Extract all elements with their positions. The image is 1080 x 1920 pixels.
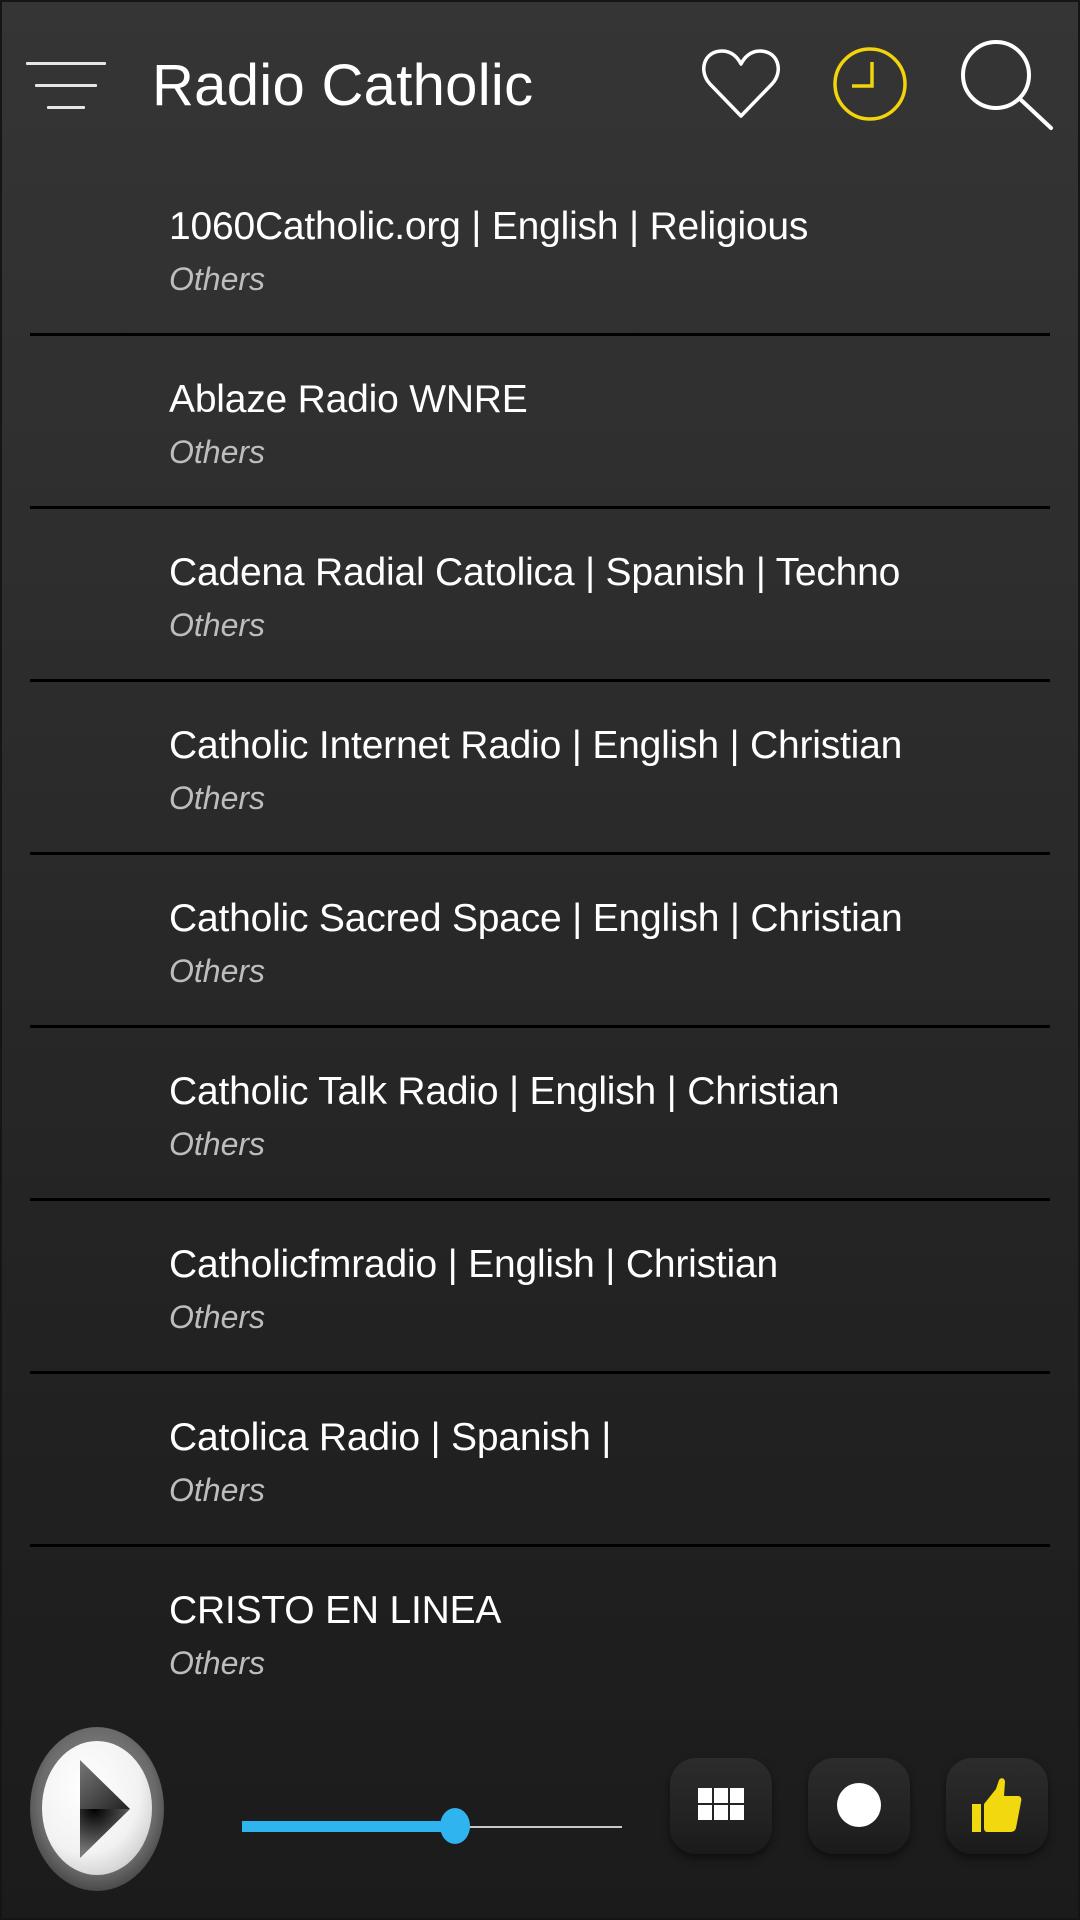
station-genre: Others [169,607,266,643]
grid-view-button[interactable] [670,1758,772,1854]
station-genre: Others [169,1645,266,1681]
station-list: 1060Catholic.org | English | Religious O… [2,163,1078,1717]
top-app-bar: Radio Catholic [2,2,1078,167]
station-list-item[interactable]: 1060Catholic.org | English | Religious O… [30,163,1050,336]
station-name: Cadena Radial Catolica | Spanish | Techn… [169,551,901,594]
app-screen: Radio Catholic 1060Catholic.org | Englis… [2,2,1078,1918]
thumbs-up-icon [972,1778,1022,1832]
station-genre: Others [169,1472,266,1508]
station-list-item[interactable]: Cadena Radial Catolica | Spanish | Techn… [30,509,1050,682]
station-name: Catolica Radio | Spanish | [169,1416,612,1459]
menu-button[interactable] [26,62,110,114]
station-genre: Others [169,434,266,470]
clock-icon [833,47,907,121]
station-name: Catholicfmradio | English | Christian [169,1243,778,1286]
station-list-item[interactable]: Catolica Radio | Spanish | Others [30,1374,1050,1547]
station-genre: Others [169,953,266,989]
rate-button[interactable] [946,1758,1048,1854]
station-genre: Others [169,780,266,816]
station-list-item[interactable]: Catholic Sacred Space | English | Christ… [30,855,1050,1028]
recent-button[interactable] [830,44,910,124]
volume-fill [242,1821,455,1832]
station-genre: Others [169,1126,266,1162]
station-name: Catholic Internet Radio | English | Chri… [169,724,903,767]
search-icon [961,40,1053,130]
grid-icon [698,1788,744,1820]
station-list-item[interactable]: Catholicfmradio | English | Christian Ot… [30,1201,1050,1374]
page-title: Radio Catholic [152,53,534,118]
station-name: CRISTO EN LINEA [169,1589,502,1632]
record-button[interactable] [808,1758,910,1854]
favorites-button[interactable] [700,46,782,122]
volume-slider[interactable] [242,1807,622,1847]
station-genre: Others [169,1299,266,1335]
record-dot-icon [837,1783,881,1827]
station-name: 1060Catholic.org | English | Religious [169,205,809,248]
station-list-item[interactable]: Catholic Internet Radio | English | Chri… [30,682,1050,855]
play-icon [30,1727,164,1891]
play-button[interactable] [30,1727,164,1891]
station-name: Catholic Talk Radio | English | Christia… [169,1070,840,1113]
station-list-item[interactable]: Catholic Talk Radio | English | Christia… [30,1028,1050,1201]
station-name: Ablaze Radio WNRE [169,378,528,421]
station-genre: Others [169,261,266,297]
search-button[interactable] [958,38,1058,134]
station-list-item[interactable]: Ablaze Radio WNRE Others [30,336,1050,509]
heart-icon [702,49,780,118]
station-list-item[interactable]: CRISTO EN LINEA Others [30,1547,1050,1717]
volume-thumb[interactable] [440,1808,470,1844]
station-name: Catholic Sacred Space | English | Christ… [169,897,903,940]
